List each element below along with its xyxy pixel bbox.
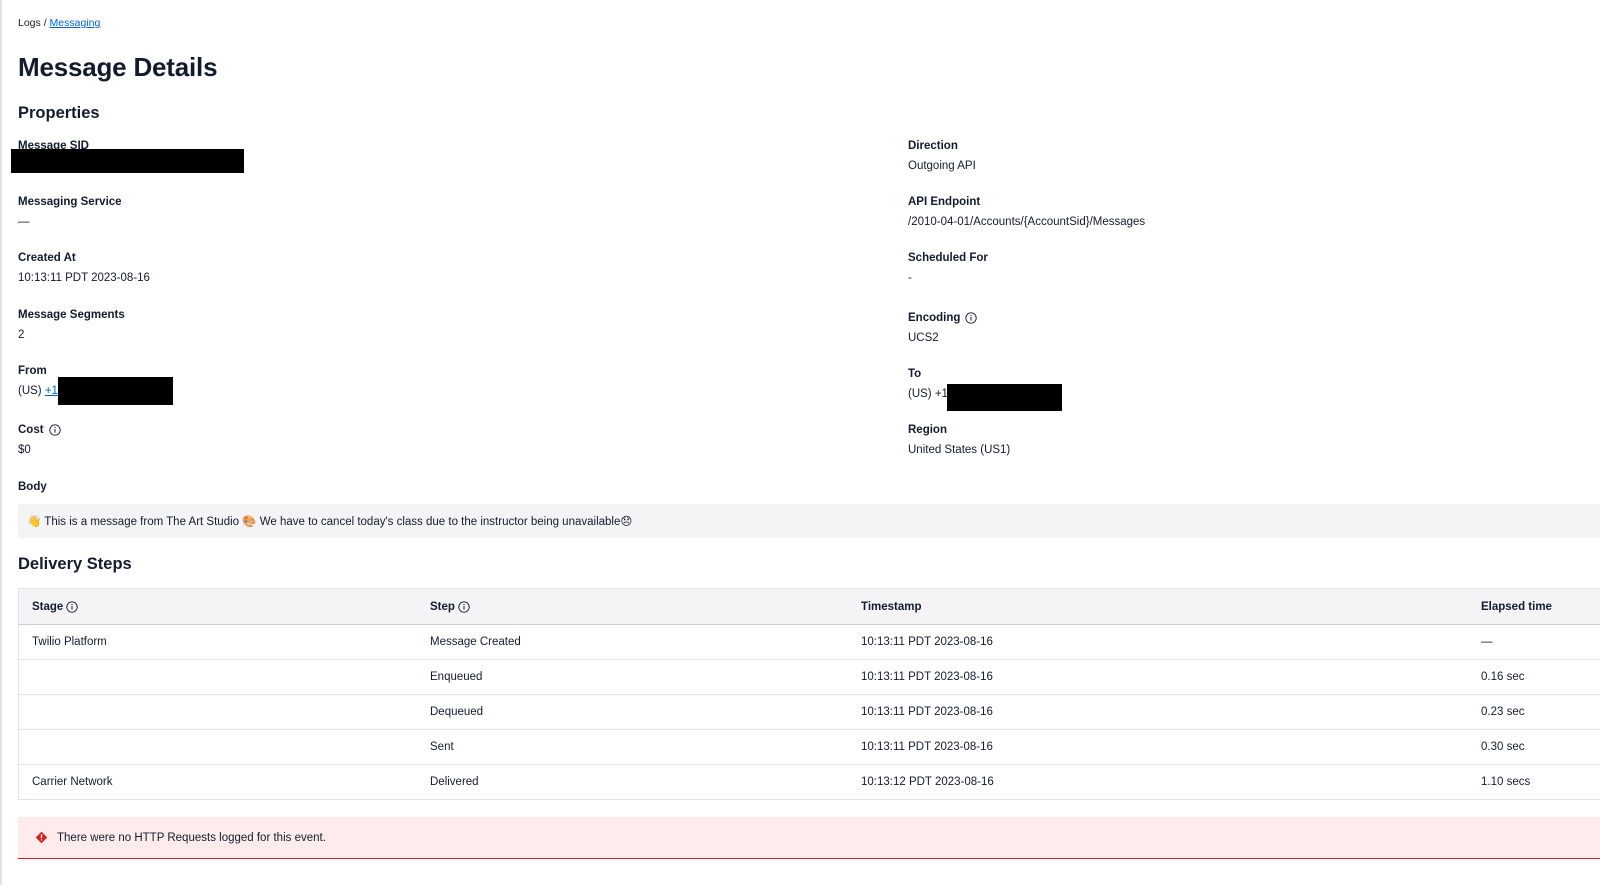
message-body: 👋 This is a message from The Art Studio …	[18, 504, 1600, 538]
scheduled-for-label: Scheduled For	[908, 252, 988, 264]
messaging-service-value: —	[18, 216, 30, 228]
no-http-requests-alert: There were no HTTP Requests logged for t…	[18, 817, 1600, 859]
cell-timestamp: 10:13:11 PDT 2023-08-16	[861, 741, 993, 753]
from-value: (US) +1	[18, 385, 58, 397]
redacted-to-number	[947, 384, 1062, 411]
prop-region: Region United States (US1)	[908, 423, 1010, 456]
cell-elapsed: 0.16 sec	[1481, 671, 1525, 683]
delivery-steps-title: Delivery Steps	[18, 555, 132, 573]
table-row: Twilio Platform Message Created 10:13:11…	[19, 625, 1600, 660]
prop-body: Body	[18, 480, 47, 494]
to-value: (US) +1	[908, 388, 948, 400]
body-label: Body	[18, 481, 47, 493]
messaging-service-label: Messaging Service	[18, 196, 122, 208]
cell-elapsed: 1.10 secs	[1481, 776, 1531, 788]
encoding-label-row: Encoding	[908, 311, 978, 325]
cost-value: $0	[18, 444, 31, 456]
table-row: Dequeued 10:13:11 PDT 2023-08-16 0.23 se…	[19, 695, 1600, 730]
created-at-label: Created At	[18, 252, 76, 264]
properties-title: Properties	[18, 104, 100, 122]
api-endpoint-value: /2010-04-01/Accounts/{AccountSid}/Messag…	[908, 216, 1146, 228]
message-segments-value: 2	[18, 329, 25, 341]
redacted-from-number	[58, 377, 173, 405]
cell-elapsed: 0.30 sec	[1481, 741, 1525, 753]
prop-cost: Cost $0	[18, 423, 61, 456]
redacted-message-sid	[11, 149, 244, 173]
cell-elapsed: —	[1481, 636, 1493, 648]
prop-message-segments: Message Segments 2	[18, 308, 125, 341]
prop-to: To (US) +1	[908, 367, 948, 400]
cell-elapsed: 0.23 sec	[1481, 706, 1525, 718]
from-country: (US)	[18, 385, 42, 397]
scheduled-for-value: -	[908, 272, 912, 284]
prop-direction: Direction Outgoing API	[908, 139, 976, 172]
message-body-text: 👋 This is a message from The Art Studio …	[27, 516, 633, 528]
cell-step: Enqueued	[430, 671, 483, 683]
cell-step: Delivered	[430, 776, 479, 788]
cell-timestamp: 10:13:11 PDT 2023-08-16	[861, 636, 993, 648]
breadcrumb-root: Logs	[18, 17, 41, 29]
table-row: Enqueued 10:13:11 PDT 2023-08-16 0.16 se…	[19, 660, 1600, 695]
created-at-value: 10:13:11 PDT 2023-08-16	[18, 272, 150, 284]
api-endpoint-label: API Endpoint	[908, 196, 981, 208]
cell-step: Dequeued	[430, 706, 484, 718]
header-elapsed-time: Elapsed time	[1481, 600, 1552, 613]
breadcrumb-messaging-link[interactable]: Messaging	[50, 17, 101, 29]
breadcrumb: Logs / Messaging	[18, 17, 100, 29]
cell-step: Message Created	[430, 636, 521, 648]
header-stage: Stage	[32, 589, 78, 624]
prop-encoding: Encoding UCS2	[908, 311, 978, 344]
info-icon[interactable]	[965, 312, 978, 324]
direction-label: Direction	[908, 140, 958, 152]
encoding-label: Encoding	[908, 312, 961, 324]
cell-stage: Carrier Network	[32, 776, 113, 788]
info-icon[interactable]	[458, 600, 470, 613]
cell-timestamp: 10:13:12 PDT 2023-08-16	[861, 776, 994, 788]
info-icon[interactable]	[66, 600, 78, 613]
cost-label-row: Cost	[18, 423, 61, 437]
header-timestamp: Timestamp	[861, 600, 922, 613]
direction-value: Outgoing API	[908, 160, 976, 172]
prop-from: From (US) +1	[18, 364, 58, 397]
region-label: Region	[908, 424, 947, 436]
breadcrumb-separator: /	[43, 17, 47, 29]
message-segments-label: Message Segments	[18, 309, 125, 321]
from-phone-link[interactable]: +1	[45, 385, 58, 397]
delivery-steps-table: Stage Step Timestamp Elapsed time Twilio…	[18, 588, 1600, 800]
cell-timestamp: 10:13:11 PDT 2023-08-16	[861, 706, 993, 718]
page-title: Message Details	[18, 52, 218, 82]
error-diamond-icon	[35, 831, 48, 844]
cell-timestamp: 10:13:11 PDT 2023-08-16	[861, 671, 993, 683]
alert-message: There were no HTTP Requests logged for t…	[57, 831, 326, 844]
table-header: Stage Step Timestamp Elapsed time	[19, 589, 1600, 625]
from-label: From	[18, 365, 47, 377]
cell-step: Sent	[430, 741, 454, 753]
cost-label: Cost	[18, 424, 44, 436]
prop-created-at: Created At 10:13:11 PDT 2023-08-16	[18, 251, 150, 284]
left-border	[0, 0, 2, 885]
table-row: Sent 10:13:11 PDT 2023-08-16 0.30 sec	[19, 730, 1600, 765]
region-value: United States (US1)	[908, 444, 1011, 456]
prop-api-endpoint: API Endpoint /2010-04-01/Accounts/{Accou…	[908, 195, 1145, 228]
info-icon[interactable]	[48, 424, 61, 436]
encoding-value: UCS2	[908, 332, 939, 344]
prop-messaging-service: Messaging Service —	[18, 195, 122, 228]
prop-scheduled-for: Scheduled For -	[908, 251, 988, 284]
to-label: To	[908, 368, 922, 380]
header-step: Step	[430, 589, 470, 624]
cell-stage: Twilio Platform	[32, 636, 107, 648]
header-stage-label: Stage	[32, 600, 64, 613]
table-row: Carrier Network Delivered 10:13:12 PDT 2…	[19, 765, 1600, 800]
header-step-label: Step	[430, 600, 455, 613]
